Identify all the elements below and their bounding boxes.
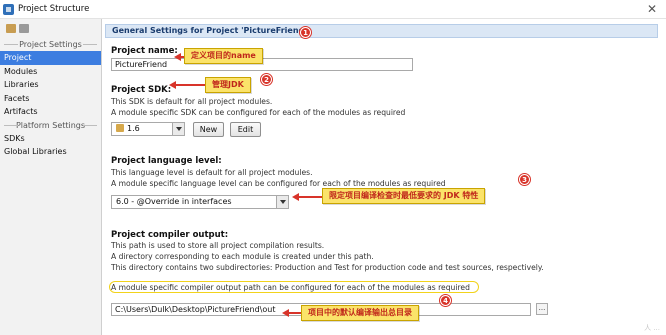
sidebar-item-project[interactable]: Project: [0, 51, 101, 65]
sidebar-section-platform-settings: Platform Settings: [0, 119, 101, 132]
settings-panel: General Settings for Project 'PictureFri…: [103, 19, 666, 335]
callout-2-arrow-line: [175, 84, 205, 86]
compiler-output-help-2: A directory corresponding to each module…: [111, 252, 374, 261]
callout-3-arrow-line: [298, 196, 322, 198]
sidebar: Project Settings Project Modules Librari…: [0, 19, 102, 335]
sdk-folder-icon: [116, 124, 124, 132]
close-button[interactable]: ✕: [647, 2, 657, 16]
project-sdk-label: Project SDK:: [111, 85, 172, 95]
language-level-label: Project language level:: [111, 156, 222, 166]
compiler-output-label: Project compiler output:: [111, 230, 229, 240]
forward-arrow-icon[interactable]: [19, 24, 29, 33]
callout-1-badge: 1: [300, 27, 311, 38]
project-sdk-help-2: A module specific SDK can be configured …: [111, 108, 406, 117]
language-level-select[interactable]: 6.0 - @Override in interfaces: [111, 195, 289, 209]
callout-3: 限定项目编译检查时最低要求的 JDK 特性: [322, 188, 486, 204]
compiler-output-help-4: A module specific compiler output path c…: [111, 283, 470, 292]
chevron-down-icon[interactable]: [172, 123, 184, 135]
sidebar-item-artifacts[interactable]: Artifacts: [0, 105, 101, 119]
panel-header: General Settings for Project 'PictureFri…: [105, 24, 658, 38]
sdk-select[interactable]: 1.6: [111, 122, 185, 136]
watermark: 人 ...: [644, 324, 660, 332]
sidebar-toolbar: [0, 19, 101, 38]
app-icon: [3, 4, 14, 15]
callout-4-badge: 4: [440, 295, 451, 306]
back-arrow-icon[interactable]: [6, 24, 16, 33]
chevron-down-icon[interactable]: [276, 196, 288, 208]
callout-2: 管理JDK: [205, 77, 251, 93]
callout-4-arrow-icon: [282, 309, 289, 317]
sidebar-item-global-libraries[interactable]: Global Libraries: [0, 145, 101, 159]
callout-4: 项目中的默认编译输出总目录: [301, 305, 419, 321]
callout-1: 定义项目的name: [184, 48, 263, 64]
sidebar-item-facets[interactable]: Facets: [0, 92, 101, 106]
callout-4-arrow-line: [288, 312, 301, 314]
sdk-select-value: 1.6: [127, 124, 140, 133]
project-sdk-help-1: This SDK is default for all project modu…: [111, 97, 273, 106]
compiler-output-help-3: This directory contains two subdirectori…: [111, 263, 544, 272]
sidebar-item-libraries[interactable]: Libraries: [0, 78, 101, 92]
language-level-select-value: 6.0 - @Override in interfaces: [116, 197, 232, 206]
title-bar: Project Structure ✕: [0, 0, 666, 19]
callout-3-badge: 3: [519, 174, 530, 185]
sidebar-item-modules[interactable]: Modules: [0, 65, 101, 79]
sidebar-item-sdks[interactable]: SDKs: [0, 132, 101, 146]
project-name-label: Project name:: [111, 46, 178, 56]
language-level-help-2: A module specific language level can be …: [111, 179, 446, 188]
window-title: Project Structure: [18, 4, 90, 14]
callout-2-badge: 2: [261, 74, 272, 85]
new-sdk-button[interactable]: New: [193, 122, 224, 137]
sidebar-section-project-settings: Project Settings: [0, 38, 101, 51]
language-level-help-1: This language level is default for all p…: [111, 168, 313, 177]
edit-sdk-button[interactable]: Edit: [230, 122, 261, 137]
compiler-output-help-1: This path is used to store all project c…: [111, 241, 325, 250]
browse-button[interactable]: ...: [536, 303, 548, 315]
